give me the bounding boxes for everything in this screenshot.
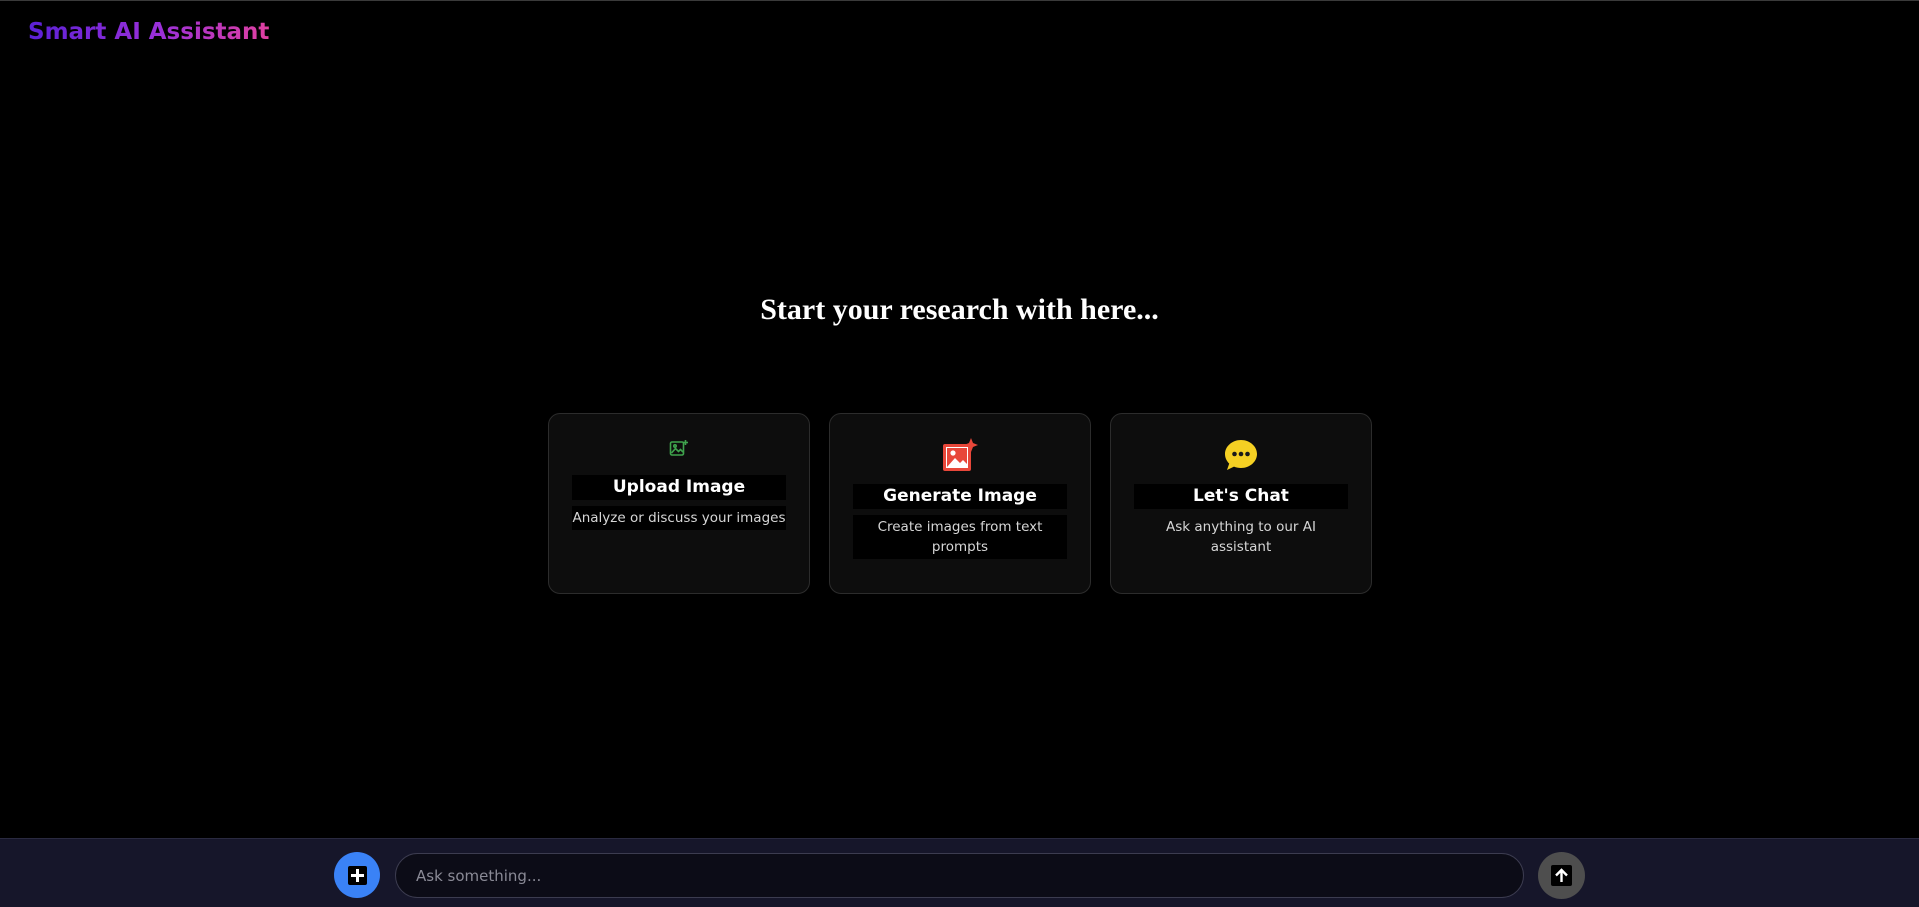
lets-chat-card[interactable]: Let's Chat Ask anything to our AI assist… (1110, 413, 1372, 594)
card-description: Ask anything to our AI assistant (1166, 519, 1316, 555)
plus-icon (347, 865, 367, 885)
chat-bubble-icon (1223, 438, 1259, 472)
card-title: Let's Chat (1134, 484, 1348, 509)
image-plus-icon (669, 438, 689, 460)
card-title: Generate Image (853, 484, 1067, 509)
add-attachment-button[interactable] (334, 852, 380, 898)
upload-image-card[interactable]: Upload Image Analyze or discuss your ima… (548, 413, 810, 594)
arrow-up-icon (1551, 865, 1572, 886)
card-description: Create images from text prompts (853, 515, 1067, 559)
card-title: Upload Image (572, 475, 786, 500)
image-sparkle-icon (942, 438, 978, 472)
app-title[interactable]: Smart AI Assistant (28, 19, 269, 45)
app-window: Smart AI Assistant Start your research w… (0, 0, 1919, 907)
composer-bar (0, 838, 1919, 907)
generate-image-card[interactable]: Generate Image Create images from text p… (829, 413, 1091, 594)
send-button[interactable] (1538, 852, 1585, 899)
action-cards: Upload Image Analyze or discuss your ima… (548, 413, 1372, 594)
page-headline: Start your research with here... (760, 293, 1159, 326)
message-input[interactable] (395, 853, 1524, 898)
card-description: Analyze or discuss your images (572, 506, 786, 530)
